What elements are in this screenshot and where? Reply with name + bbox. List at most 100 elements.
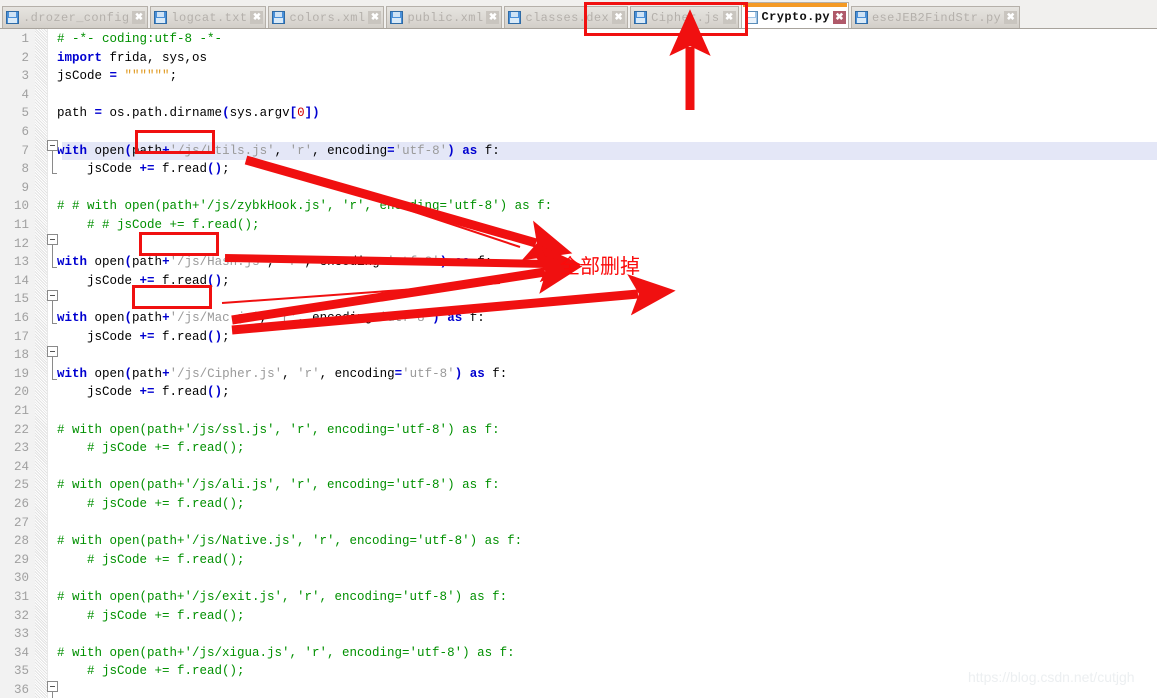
code-line-text: # jsCode += f.read(); (87, 497, 245, 511)
close-icon[interactable]: ✖ (250, 11, 264, 24)
editor-tab-label: eseJEB2FindStr.py (871, 10, 1002, 25)
code-line-22[interactable]: 22 # with open(path+'/js/ssl.js', 'r', en… (0, 421, 1157, 440)
line-number: 5 (21, 106, 29, 121)
editor-tab-1[interactable]: logcat.txt ✖ (150, 6, 267, 28)
code-line-33[interactable]: 33 (0, 625, 1157, 644)
code-line-20[interactable]: 20 jsCode += f.read(); (0, 383, 1157, 402)
code-line-31[interactable]: 31 # with open(path+'/js/exit.js', 'r', e… (0, 588, 1157, 607)
line-number: 28 (13, 534, 29, 549)
line-number: 16 (13, 311, 29, 325)
line-number: 15 (13, 292, 29, 307)
fold-guide-line-37 (52, 692, 53, 698)
code-line-8[interactable]: 8 jsCode += f.read(); (0, 160, 1157, 179)
editor-tab-0[interactable]: .drozer_config ✖ (2, 6, 149, 28)
editor-tab-bar: .drozer_config ✖ logcat.txt ✖ colors.xml ✖ pub… (0, 0, 1157, 29)
line-number: 33 (13, 627, 29, 642)
code-line-14[interactable]: 14 jsCode += f.read(); (0, 272, 1157, 291)
editor-tab-label: classes.dex (525, 10, 610, 25)
line-number: 11 (13, 218, 29, 232)
editor-tab-6[interactable]: Crypto.py ✖ (740, 2, 849, 28)
code-line-text: jsCode = """"""; (57, 69, 178, 84)
code-line-25[interactable]: 25 # with open(path+'/js/ali.js', 'r', en… (0, 476, 1157, 495)
code-line-30[interactable]: 30 (0, 569, 1157, 588)
close-icon[interactable]: ✖ (132, 11, 146, 24)
code-text-layer[interactable]: 1 # -*- coding:utf-8 -*- 2 import frida, sy… (0, 29, 1157, 698)
editor-tab-4[interactable]: classes.dex ✖ (504, 6, 629, 28)
save-floppy-icon (6, 11, 19, 24)
code-line-19[interactable]: 19 with open(path+'/js/Cipher.js', 'r', e… (0, 365, 1157, 384)
code-line-5[interactable]: 5 path = os.path.dirname(sys.argv[0]) (0, 104, 1157, 123)
editor-tab-5[interactable]: Cipher.js ✖ (630, 6, 739, 28)
close-icon[interactable]: ✖ (368, 11, 382, 24)
code-line-text: # with open(path+'/js/exit.js', 'r', enc… (57, 590, 508, 604)
code-line-text: with open(path+'/js/Hash.js', 'r', encod… (57, 255, 493, 270)
code-line-11[interactable]: 11 # # jsCode += f.read(); (0, 216, 1157, 235)
line-number: 3 (21, 69, 29, 84)
code-line-text: # with open(path+'/js/xigua.js', 'r', en… (57, 645, 515, 660)
save-floppy-icon (854, 11, 868, 24)
code-line-text: with open(path+'/js/Mac.js', 'r', encodi… (57, 311, 485, 325)
fold-marker-line-7[interactable] (47, 140, 58, 151)
close-icon[interactable]: ✖ (486, 11, 500, 24)
fold-guide-line-19 (52, 357, 53, 379)
code-line-text: # # with open(path+'/js/zybkHook.js', 'r… (57, 199, 553, 214)
code-line-16[interactable]: 16 with open(path+'/js/Mac.js', 'r', enco… (0, 309, 1157, 328)
code-line-15[interactable]: 15 (0, 290, 1157, 309)
code-line-28[interactable]: 28 # with open(path+'/js/Native.js', 'r',… (0, 532, 1157, 551)
line-number: 13 (13, 255, 29, 270)
code-line-36[interactable]: 36 (0, 681, 1157, 698)
code-editor-window: .drozer_config ✖ logcat.txt ✖ colors.xml ✖ pub… (0, 0, 1157, 698)
close-icon[interactable]: ✖ (722, 11, 736, 24)
line-number: 8 (21, 162, 29, 177)
line-number: 29 (13, 552, 29, 567)
code-line-26[interactable]: 26 # jsCode += f.read(); (0, 495, 1157, 514)
code-line-29[interactable]: 29 # jsCode += f.read(); (0, 551, 1157, 570)
save-floppy-icon (154, 11, 168, 24)
code-line-6[interactable]: 6 (0, 123, 1157, 142)
code-line-17[interactable]: 17 jsCode += f.read(); (0, 328, 1157, 347)
code-line-text: with open(path+'/js/Utils.js', 'r', enco… (57, 143, 500, 158)
code-line-18[interactable]: 18 (0, 346, 1157, 365)
fold-end-line-17 (52, 323, 57, 324)
editor-tab-label: public.xml (407, 10, 484, 25)
code-line-32[interactable]: 32 # jsCode += f.read(); (0, 607, 1157, 626)
line-number: 17 (13, 329, 29, 344)
code-line-9[interactable]: 9 (0, 179, 1157, 198)
code-line-text: # with open(path+'/js/Native.js', 'r', e… (57, 534, 523, 549)
code-line-10[interactable]: 10 # # with open(path+'/js/zybkHook.js', … (0, 197, 1157, 216)
editor-tab-3[interactable]: public.xml ✖ (386, 6, 503, 28)
save-floppy-icon (744, 10, 758, 24)
code-line-35[interactable]: 35 # jsCode += f.read(); (0, 662, 1157, 681)
code-line-21[interactable]: 21 (0, 402, 1157, 421)
code-line-12[interactable]: 12 (0, 235, 1157, 254)
fold-marker-line-16[interactable] (47, 290, 58, 301)
close-icon[interactable]: ✖ (832, 10, 846, 24)
editor-area[interactable]: 1 # -*- coding:utf-8 -*- 2 import frida, sy… (0, 29, 1157, 698)
fold-marker-line-19[interactable] (47, 346, 58, 357)
code-line-23[interactable]: 23 # jsCode += f.read(); (0, 439, 1157, 458)
editor-tab-7[interactable]: eseJEB2FindStr.py ✖ (850, 6, 1021, 28)
save-floppy-icon (390, 11, 404, 24)
line-number: 34 (13, 645, 29, 660)
editor-tab-2[interactable]: colors.xml ✖ (268, 6, 385, 28)
close-icon[interactable]: ✖ (1004, 11, 1018, 24)
code-line-4[interactable]: 4 (0, 86, 1157, 105)
fold-marker-line-37[interactable] (47, 681, 58, 692)
code-line-3[interactable]: 3 jsCode = """"""; (0, 67, 1157, 86)
close-icon[interactable]: ✖ (612, 11, 626, 24)
code-line-13[interactable]: 13 with open(path+'/js/Hash.js', 'r', enc… (0, 253, 1157, 272)
code-line-24[interactable]: 24 (0, 458, 1157, 477)
code-line-27[interactable]: 27 (0, 514, 1157, 533)
code-line-7[interactable]: 7 with open(path+'/js/Utils.js', 'r', enc… (0, 141, 1157, 161)
fold-marker-line-13[interactable] (47, 234, 58, 245)
save-floppy-icon (634, 11, 648, 24)
code-line-2[interactable]: 2 import frida, sys,os (0, 49, 1157, 68)
line-number: 6 (21, 125, 29, 139)
code-line-1[interactable]: 1 # -*- coding:utf-8 -*- (0, 30, 1157, 49)
code-line-text: jsCode += f.read(); (57, 273, 230, 288)
line-number: 27 (13, 515, 29, 530)
code-line-34[interactable]: 34 # with open(path+'/js/xigua.js', 'r', … (0, 644, 1157, 663)
editor-tab-label: Cipher.js (651, 10, 720, 25)
line-number: 9 (21, 180, 29, 195)
line-number: 18 (13, 348, 29, 363)
